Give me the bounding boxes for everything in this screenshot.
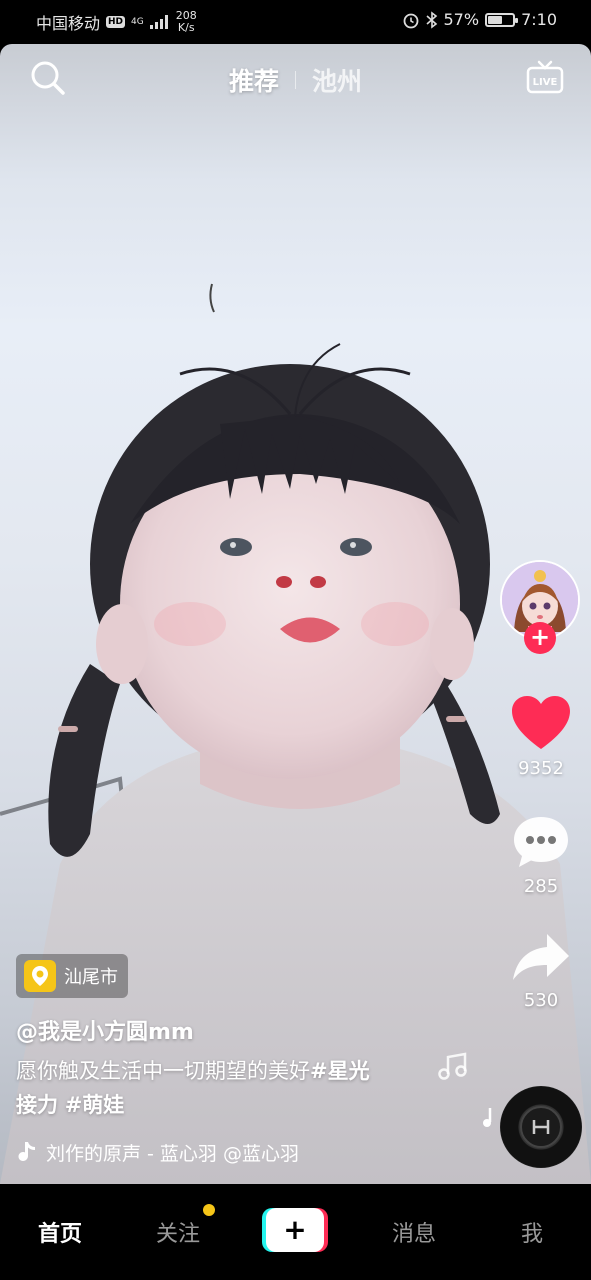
following-notification-dot [203, 1204, 215, 1216]
floating-music-note-small-icon [483, 1108, 492, 1127]
location-label: 汕尾市 [64, 967, 118, 988]
music-disc-cover [520, 1106, 562, 1148]
like-count: 9352 [518, 758, 564, 779]
share-count: 530 [523, 990, 559, 1011]
follow-button[interactable]: + [524, 622, 556, 654]
live-label: LIVE [533, 77, 558, 88]
speed-unit: K/s [177, 21, 195, 34]
network-speed: 208 K/s [176, 10, 197, 34]
create-button[interactable]: + [262, 1208, 328, 1252]
comment-icon [514, 817, 568, 867]
create-plus-label: + [283, 1213, 306, 1246]
live-icon[interactable]: LIVE [525, 58, 565, 98]
creator-username[interactable]: @我是小方圆mm [16, 1014, 194, 1046]
tab-messages[interactable]: 消息 [374, 1216, 454, 1248]
music-disc[interactable] [500, 1086, 582, 1168]
battery-percent: 57% [443, 10, 480, 29]
status-bar: 中国移动 HD 4G 208 K/s 57% 7:10 [0, 0, 591, 44]
status-left: 中国移动 HD 4G 208 K/s [36, 10, 197, 34]
tab-recommend[interactable]: 推荐 [229, 62, 279, 98]
hashtag-mengwa[interactable]: #萌娃 [65, 1093, 125, 1117]
clock: 7:10 [521, 10, 557, 29]
feed-tabs: 推荐 池州 [0, 62, 591, 98]
alarm-icon [403, 13, 418, 28]
top-nav: 推荐 池州 LIVE [0, 44, 591, 114]
location-pin-icon [24, 960, 56, 992]
comment-count: 285 [523, 876, 559, 897]
comment-button[interactable]: 285 [505, 814, 577, 897]
video-caption: 愿你触及生活中一切期望的美好#星光 接力 #萌娃 [16, 1054, 446, 1122]
hashtag-xingguang-cont[interactable]: 接力 [16, 1093, 58, 1117]
music-title: 刘作的原声 - 蓝心羽 @蓝心羽 [46, 1142, 299, 1165]
tab-divider [295, 71, 296, 89]
status-right: 57% 7:10 [402, 10, 557, 29]
share-button[interactable]: 530 [505, 930, 577, 1011]
heart-icon [512, 696, 570, 749]
tab-me[interactable]: 我 [492, 1216, 572, 1248]
caption-text: 愿你触及生活中一切期望的美好 [16, 1059, 310, 1083]
bluetooth-icon [425, 10, 437, 29]
battery-fill [488, 15, 502, 24]
bottom-tab-bar: 首页 关注 + 消息 我 [0, 1184, 591, 1280]
tab-following[interactable]: 关注 [138, 1216, 218, 1248]
network-type: 4G [131, 16, 144, 27]
disc-logo-icon [532, 1120, 550, 1134]
music-info[interactable]: 刘作的原声 - 蓝心羽 @蓝心羽 [16, 1136, 316, 1168]
hd-badge: HD [106, 16, 126, 28]
tiktok-note-icon [18, 1142, 35, 1161]
carrier-label: 中国移动 [36, 14, 101, 33]
tab-home[interactable]: 首页 [20, 1216, 100, 1248]
signal-icon [149, 15, 168, 29]
location-tag[interactable]: 汕尾市 [16, 954, 128, 998]
floating-music-note-icon [438, 1052, 467, 1080]
like-button[interactable]: 9352 [505, 694, 577, 779]
hashtag-xingguang[interactable]: #星光 [310, 1059, 370, 1083]
creator-avatar[interactable]: + [500, 560, 580, 656]
share-icon [513, 934, 569, 980]
tab-local[interactable]: 池州 [312, 62, 362, 98]
battery-icon [485, 12, 519, 27]
